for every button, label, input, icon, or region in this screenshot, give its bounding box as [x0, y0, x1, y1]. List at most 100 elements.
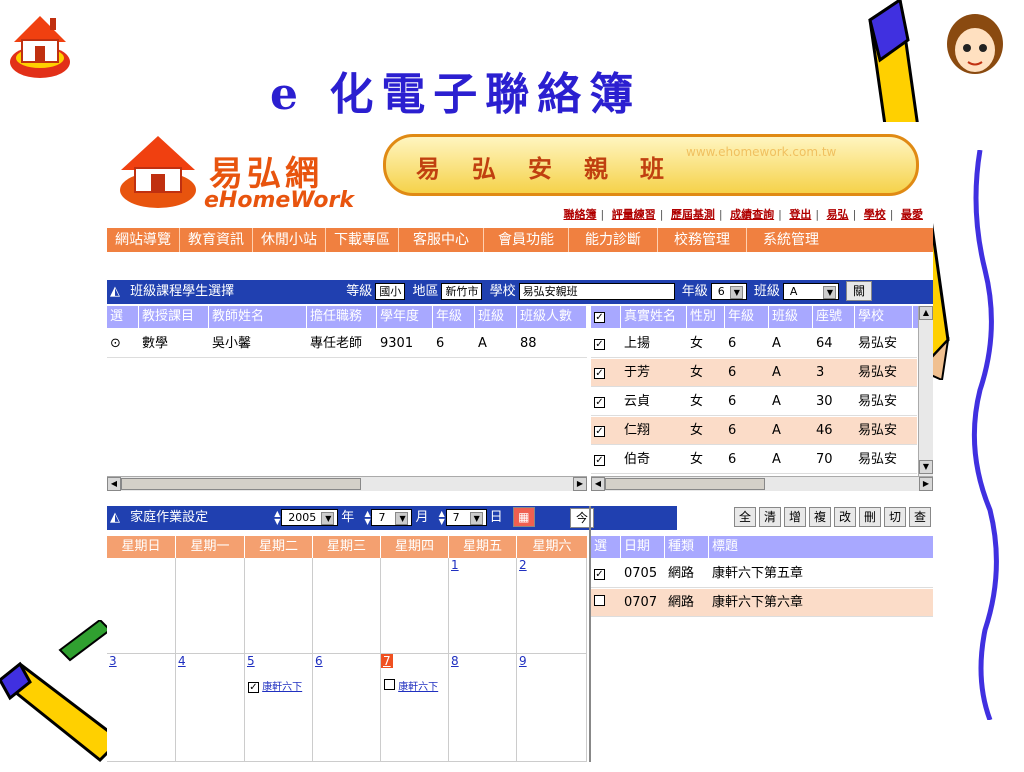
calendar-day-cell[interactable] — [313, 558, 381, 654]
year-select[interactable]: 6 ▼ — [710, 283, 747, 300]
scroll-thumb[interactable] — [605, 478, 765, 490]
row-radio[interactable]: ⊙ — [107, 330, 139, 357]
top-link[interactable]: 聯絡簿 — [563, 208, 596, 221]
select-all-checkbox[interactable]: ✓ — [594, 312, 605, 323]
calendar-day-cell[interactable]: 2 — [517, 558, 587, 654]
student-hscrollbar[interactable]: ◀ ▶ — [591, 476, 933, 491]
edit-button[interactable]: 改 — [834, 507, 856, 527]
top-link[interactable]: 學校 — [864, 208, 886, 221]
menu-item[interactable]: 網站導覽 — [107, 228, 180, 252]
top-link[interactable]: 登出 — [789, 208, 811, 221]
day-number[interactable] — [176, 558, 178, 572]
top-link[interactable]: 最愛 — [901, 208, 923, 221]
calendar-day-cell[interactable]: 9 — [517, 654, 587, 762]
menu-item[interactable]: 客服中心 — [399, 228, 484, 252]
hw-day-select[interactable]: 7 ▼ — [445, 509, 487, 526]
day-number[interactable]: 9 — [517, 654, 527, 668]
scroll-thumb[interactable] — [121, 478, 361, 490]
homework-item[interactable]: 康軒六下 — [381, 678, 448, 693]
region-select[interactable]: 新竹市 — [441, 283, 483, 300]
calendar-day-cell[interactable] — [176, 558, 245, 654]
scroll-right-icon[interactable]: ▶ — [919, 477, 933, 491]
select-all-button[interactable]: 全 — [734, 507, 756, 527]
table-row[interactable]: ✓ 云貞 女 6 A 30 易弘安 — [591, 388, 917, 416]
school-input[interactable]: 易弘安親班 — [518, 283, 675, 300]
menu-item[interactable]: 校務管理 — [658, 228, 747, 252]
row-checkbox[interactable]: ✓ — [594, 569, 605, 580]
calendar-day-cell[interactable]: 7 康軒六下 — [381, 654, 449, 762]
clear-button[interactable]: 清 — [759, 507, 781, 527]
row-checkbox[interactable]: ✓ — [594, 426, 605, 437]
menu-item[interactable]: 會員功能 — [484, 228, 569, 252]
month-spinner-icon[interactable]: ▲ ▼ — [361, 509, 371, 526]
scroll-right-icon[interactable]: ▶ — [573, 477, 587, 491]
delete-button[interactable]: 刪 — [859, 507, 881, 527]
calendar-day-cell[interactable]: 5 ✓ 康軒六下 — [245, 654, 313, 762]
close-button[interactable]: 關 — [846, 281, 873, 301]
top-link[interactable]: 成績查詢 — [730, 208, 774, 221]
course-hscrollbar[interactable]: ◀ ▶ — [107, 476, 587, 491]
calendar-day-cell[interactable]: 4 — [176, 654, 245, 762]
top-link[interactable]: 歷屆基測 — [671, 208, 715, 221]
scroll-left-icon[interactable]: ◀ — [107, 477, 121, 491]
calendar-day-cell[interactable] — [107, 558, 176, 654]
hw-link[interactable]: 康軒六下 — [398, 682, 438, 693]
row-checkbox[interactable] — [594, 595, 605, 606]
table-row[interactable]: ✓ 仁翔 女 6 A 46 易弘安 — [591, 417, 917, 445]
calendar-icon[interactable]: ▦ — [512, 507, 535, 527]
table-row[interactable]: 0707 網路 康軒六下第六章 — [591, 589, 933, 617]
menu-item[interactable]: 系統管理 — [747, 228, 835, 252]
day-number[interactable]: 6 — [313, 654, 323, 668]
top-link[interactable]: 易弘 — [827, 208, 849, 221]
hw-year-select[interactable]: 2005 ▼ — [281, 509, 339, 526]
day-number[interactable]: 4 — [176, 654, 186, 668]
day-number[interactable] — [107, 558, 109, 572]
calendar-day-cell[interactable]: 3 — [107, 654, 176, 762]
day-number[interactable] — [313, 558, 315, 572]
day-number[interactable]: 2 — [517, 558, 527, 572]
copy-button[interactable]: 複 — [809, 507, 831, 527]
calendar-day-cell[interactable]: 6 — [313, 654, 381, 762]
day-number[interactable]: 5 — [245, 654, 255, 668]
year-spinner-icon[interactable]: ▲ ▼ — [271, 509, 281, 526]
row-checkbox[interactable]: ✓ — [594, 455, 605, 466]
homework-item[interactable]: ✓ 康軒六下 — [245, 678, 312, 693]
grade-select[interactable]: 國小 — [375, 283, 406, 300]
scroll-left-icon[interactable]: ◀ — [591, 477, 605, 491]
day-number[interactable]: 1 — [449, 558, 459, 572]
add-button[interactable]: 增 — [784, 507, 806, 527]
top-link[interactable]: 評量練習 — [612, 208, 656, 221]
hw-checkbox[interactable] — [384, 679, 395, 690]
hw-checkbox[interactable]: ✓ — [248, 682, 259, 693]
scroll-down-icon[interactable]: ▼ — [919, 460, 933, 474]
table-row[interactable]: ⊙ 數學 吳小馨 專任老師 9301 6 A 88 — [107, 330, 587, 358]
row-checkbox[interactable]: ✓ — [594, 339, 605, 350]
hw-month-select[interactable]: 7 ▼ — [371, 509, 413, 526]
row-checkbox[interactable]: ✓ — [594, 368, 605, 379]
calendar-day-cell[interactable]: 1 — [449, 558, 517, 654]
cut-button[interactable]: 切 — [884, 507, 906, 527]
banner-ad[interactable]: 易弘安親班 www.ehomework.com.tw — [383, 134, 919, 196]
table-row[interactable]: ✓ 伯奇 女 6 A 70 易弘安 — [591, 446, 917, 474]
menu-item[interactable]: 休閒小站 — [253, 228, 326, 252]
table-row[interactable]: ✓ 于芳 女 6 A 3 易弘安 — [591, 359, 917, 387]
table-row[interactable]: ✓ 上揚 女 6 A 64 易弘安 — [591, 330, 917, 358]
day-number-today[interactable]: 7 — [381, 654, 393, 668]
menu-item[interactable]: 教育資訊 — [180, 228, 253, 252]
hw-link[interactable]: 康軒六下 — [262, 682, 302, 693]
student-vscrollbar[interactable]: ▲ ▼ — [918, 306, 933, 476]
class-select[interactable]: A ▼ — [782, 283, 839, 300]
calendar-day-cell[interactable] — [381, 558, 449, 654]
menu-item[interactable]: 能力診斷 — [569, 228, 658, 252]
menu-item[interactable]: 下載專區 — [326, 228, 399, 252]
day-number[interactable] — [381, 558, 383, 572]
row-checkbox[interactable]: ✓ — [594, 397, 605, 408]
scroll-up-icon[interactable]: ▲ — [919, 306, 933, 320]
table-row[interactable]: ✓ 0705 網路 康軒六下第五章 — [591, 560, 933, 588]
day-number[interactable]: 8 — [449, 654, 459, 668]
day-number[interactable] — [245, 558, 247, 572]
calendar-day-cell[interactable]: 8 — [449, 654, 517, 762]
day-number[interactable]: 3 — [107, 654, 117, 668]
day-spinner-icon[interactable]: ▲ ▼ — [436, 509, 446, 526]
calendar-day-cell[interactable] — [245, 558, 313, 654]
